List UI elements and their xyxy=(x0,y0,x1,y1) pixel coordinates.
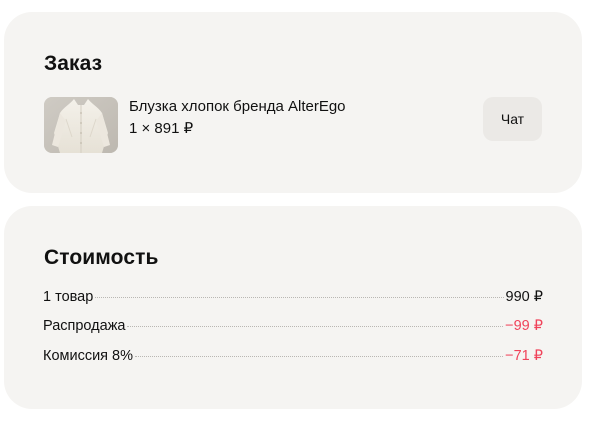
cost-row-label: Комиссия 8% xyxy=(43,348,134,364)
chat-button[interactable]: Чат xyxy=(483,97,542,141)
product-quantity-price: 1 × 891 ₽ xyxy=(129,120,194,137)
cost-title: Стоимость xyxy=(44,246,159,269)
product-name[interactable]: Блузка хлопок бренда AlterEgo xyxy=(129,98,346,115)
dotted-leader xyxy=(95,297,504,298)
cost-row-value: 990 ₽ xyxy=(505,289,543,305)
cost-row-items: 1 товар 990 ₽ xyxy=(43,289,543,309)
dotted-leader xyxy=(127,326,504,327)
cost-card: Стоимость 1 товар 990 ₽ Распродажа −99 ₽… xyxy=(4,206,582,409)
blouse-photo-icon xyxy=(44,97,118,153)
order-title: Заказ xyxy=(44,52,103,75)
cost-row-value: −99 ₽ xyxy=(505,318,543,334)
order-card: Заказ Блузка хлопок бренда AlterEgo 1 × … xyxy=(4,12,582,193)
cost-row-sale: Распродажа −99 ₽ xyxy=(43,318,543,338)
cost-row-label: 1 товар xyxy=(43,289,94,305)
cost-row-label: Распродажа xyxy=(43,318,126,334)
product-image[interactable] xyxy=(44,97,118,153)
cost-row-commission: Комиссия 8% −71 ₽ xyxy=(43,348,543,368)
dotted-leader xyxy=(135,356,504,357)
cost-row-value: −71 ₽ xyxy=(505,348,543,364)
